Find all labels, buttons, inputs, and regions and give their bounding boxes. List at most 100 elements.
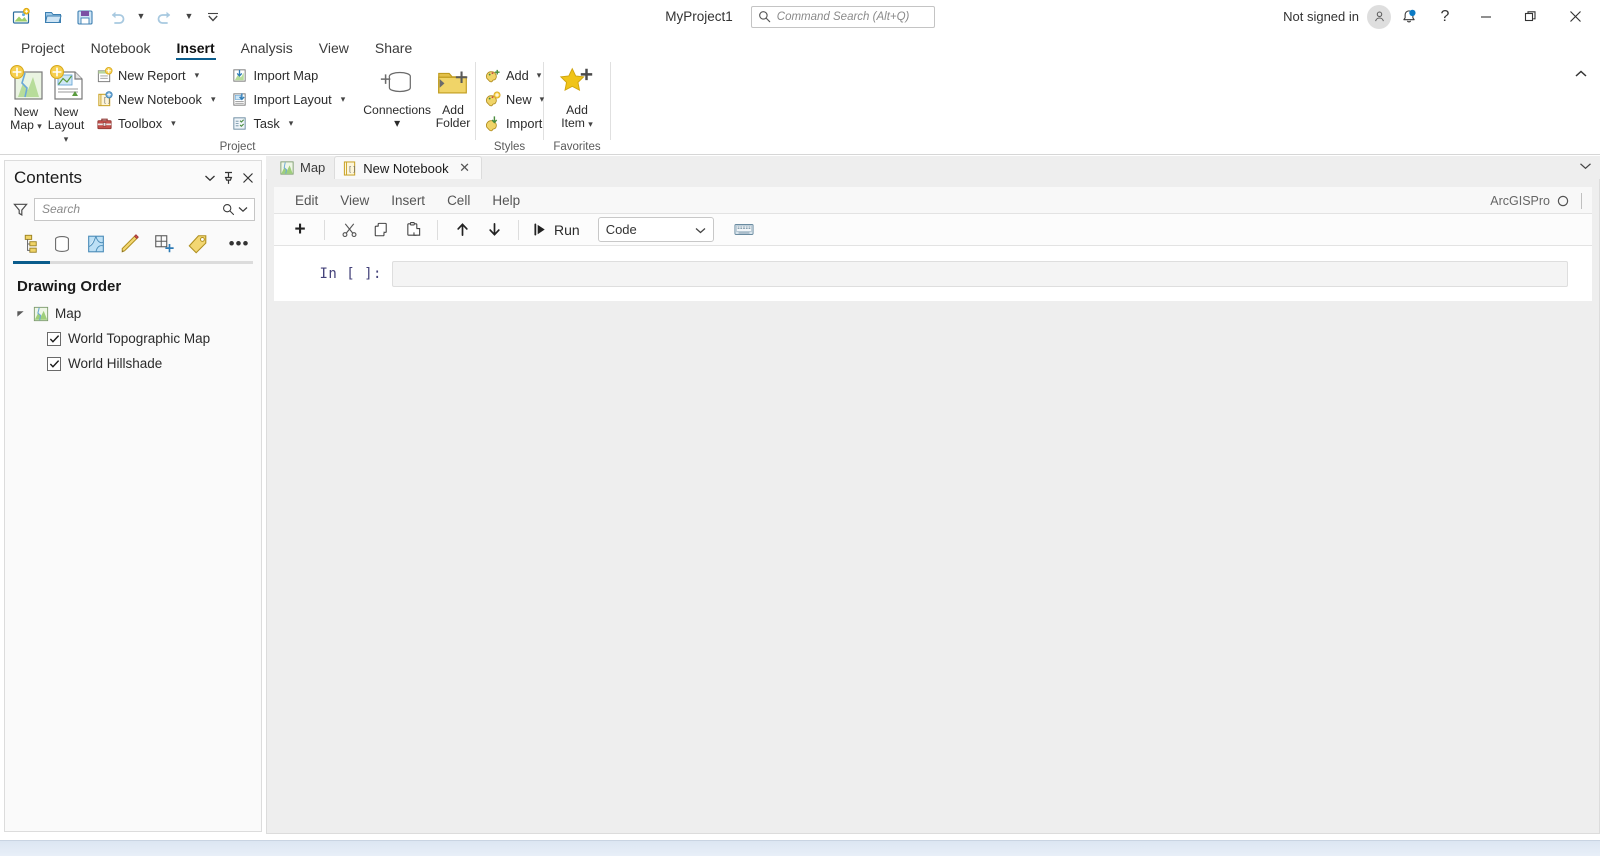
list-by-snapping-icon[interactable] [149,230,179,258]
avatar[interactable] [1367,4,1391,29]
add-style-button[interactable]: Add ▾ [480,64,548,87]
notebook-body: In [ ]: [274,246,1592,827]
new-map-icon [10,65,43,100]
move-cell-down-button[interactable] [478,217,510,243]
contents-tab-indicator-fill [13,261,50,264]
list-by-data-source-icon[interactable] [47,230,77,258]
new-map-button[interactable]: New Map ▾ [6,60,46,132]
list-by-editing-icon[interactable] [115,230,145,258]
new-style-button[interactable]: New ▾ [480,88,548,111]
list-by-selection-icon[interactable] [81,230,111,258]
layer-checkbox[interactable] [47,331,61,346]
chevron-down-icon[interactable]: ▾ [195,71,200,80]
list-by-drawing-order-icon[interactable] [13,230,43,258]
funnel-icon[interactable] [13,202,28,217]
minimize-button[interactable] [1463,0,1508,33]
import-layout-icon [233,93,247,106]
new-report-icon [97,67,113,83]
kernel-idle-circle-icon[interactable] [1557,195,1569,207]
cut-cell-button[interactable] [333,217,365,243]
cell-type-select[interactable]: Code [597,217,714,242]
undo-icon[interactable] [102,3,132,31]
open-project-icon[interactable] [38,3,68,31]
chevron-down-icon[interactable]: ▾ [211,95,216,104]
new-report-button[interactable]: New Report ▾ [92,64,219,87]
import-style-button[interactable]: Import [480,112,548,135]
run-cell-button[interactable]: Run [527,217,590,243]
notebook-scrollbar[interactable] [1586,188,1591,826]
list-by-labeling-icon[interactable] [183,230,213,258]
save-project-icon[interactable] [70,3,100,31]
notebook-menu-edit[interactable]: Edit [284,191,329,210]
view-tab-map[interactable]: Map [272,156,334,179]
chevron-down-icon[interactable]: ▾ [341,95,346,104]
kernel-divider [1581,192,1582,209]
contents-menu-button[interactable] [200,167,219,189]
toolbox-button[interactable]: Toolbox ▾ [92,112,219,135]
customize-quick-access-icon[interactable] [198,3,228,31]
status-bar [0,840,1600,856]
ribbon-tab-project[interactable]: Project [8,35,78,60]
cell-code-editor[interactable] [392,260,1568,287]
contents-pin-button[interactable] [219,167,238,189]
close-button[interactable] [1553,0,1598,33]
chevron-down-icon: ▾ [37,121,42,131]
notebook-menu-help[interactable]: Help [481,191,531,210]
undo-dropdown-caret[interactable]: ▼ [134,3,148,31]
layer-item-world-hillshade[interactable]: World Hillshade [45,351,261,376]
import-map-button[interactable]: Import Map [227,64,349,87]
search-icon[interactable] [220,203,236,216]
new-notebook-button[interactable]: [] New Notebook ▾ [92,88,219,111]
copy-cell-button[interactable] [365,217,397,243]
command-palette-button[interactable] [728,217,760,243]
layer-checkbox[interactable] [47,356,61,371]
view-tab-new-notebook[interactable]: [] New Notebook ✕ [334,156,482,179]
notebook-cell[interactable]: In [ ]: [274,246,1592,301]
arrow-up-icon [456,223,468,237]
tree-node-map-label: Map [55,306,82,321]
ribbon-tab-insert[interactable]: Insert [164,35,228,60]
connections-button[interactable]: Connections ▾ [363,60,431,130]
import-layout-button[interactable]: Import Layout ▾ [227,88,349,111]
search-input[interactable]: Search [34,197,255,221]
expander-collapse-icon[interactable] [13,309,27,318]
help-button[interactable]: ? [1427,2,1463,32]
collapse-ribbon-button[interactable] [1570,64,1592,84]
chevron-down-icon[interactable]: ▾ [289,119,294,128]
notebook-menu-cell[interactable]: Cell [436,191,481,210]
insert-cell-below-button[interactable]: + [284,217,316,243]
paste-cell-button[interactable] [397,217,429,243]
view-tabs-overflow-chevron-down-icon[interactable] [1579,157,1592,175]
new-layout-button[interactable]: New Layout ▾ [46,60,86,145]
layer-item-world-topographic-map[interactable]: World Topographic Map [45,326,261,351]
add-folder-button[interactable]: Add Folder [431,60,475,130]
ribbon-tab-share[interactable]: Share [362,35,425,60]
notebook-menu-insert[interactable]: Insert [380,191,436,210]
chevron-down-icon[interactable]: ▾ [171,119,176,128]
notebook-menu-view[interactable]: View [329,191,380,210]
contents-panel: Contents Search ••• Drawing Order Map Wo… [4,160,262,832]
contents-close-button[interactable] [238,167,257,189]
contents-overflow-button[interactable]: ••• [225,230,253,258]
ribbon-tab-view[interactable]: View [306,35,362,60]
layer-label: World Hillshade [68,356,163,371]
chevron-down-icon[interactable]: ▾ [394,117,400,130]
title-bar: ▼ ▼ MyProject1 Command Search (Alt+Q) No… [0,0,1600,33]
chevron-down-icon[interactable]: ▾ [537,71,542,80]
search-options-chevron-down-icon[interactable] [236,206,250,213]
close-icon[interactable]: ✕ [458,160,472,176]
notebook-toolbar: + Run Code [274,214,1592,246]
task-button[interactable]: Task ▾ [227,112,349,135]
command-search-input[interactable]: Command Search (Alt+Q) [750,5,935,28]
move-cell-up-button[interactable] [446,217,478,243]
tree-node-map[interactable]: Map [11,301,261,326]
redo-icon[interactable] [150,3,180,31]
restore-button[interactable] [1508,0,1553,33]
add-item-button[interactable]: Add Item ▾ [548,60,606,130]
ribbon-tab-analysis[interactable]: Analysis [228,35,306,60]
new-map-label-line2: Map ▾ [10,118,42,132]
save-project-as-icon[interactable] [6,3,36,31]
redo-dropdown-caret[interactable]: ▼ [182,3,196,31]
ribbon-tab-notebook[interactable]: Notebook [78,35,164,60]
notifications-bell-icon[interactable] [1391,2,1427,32]
